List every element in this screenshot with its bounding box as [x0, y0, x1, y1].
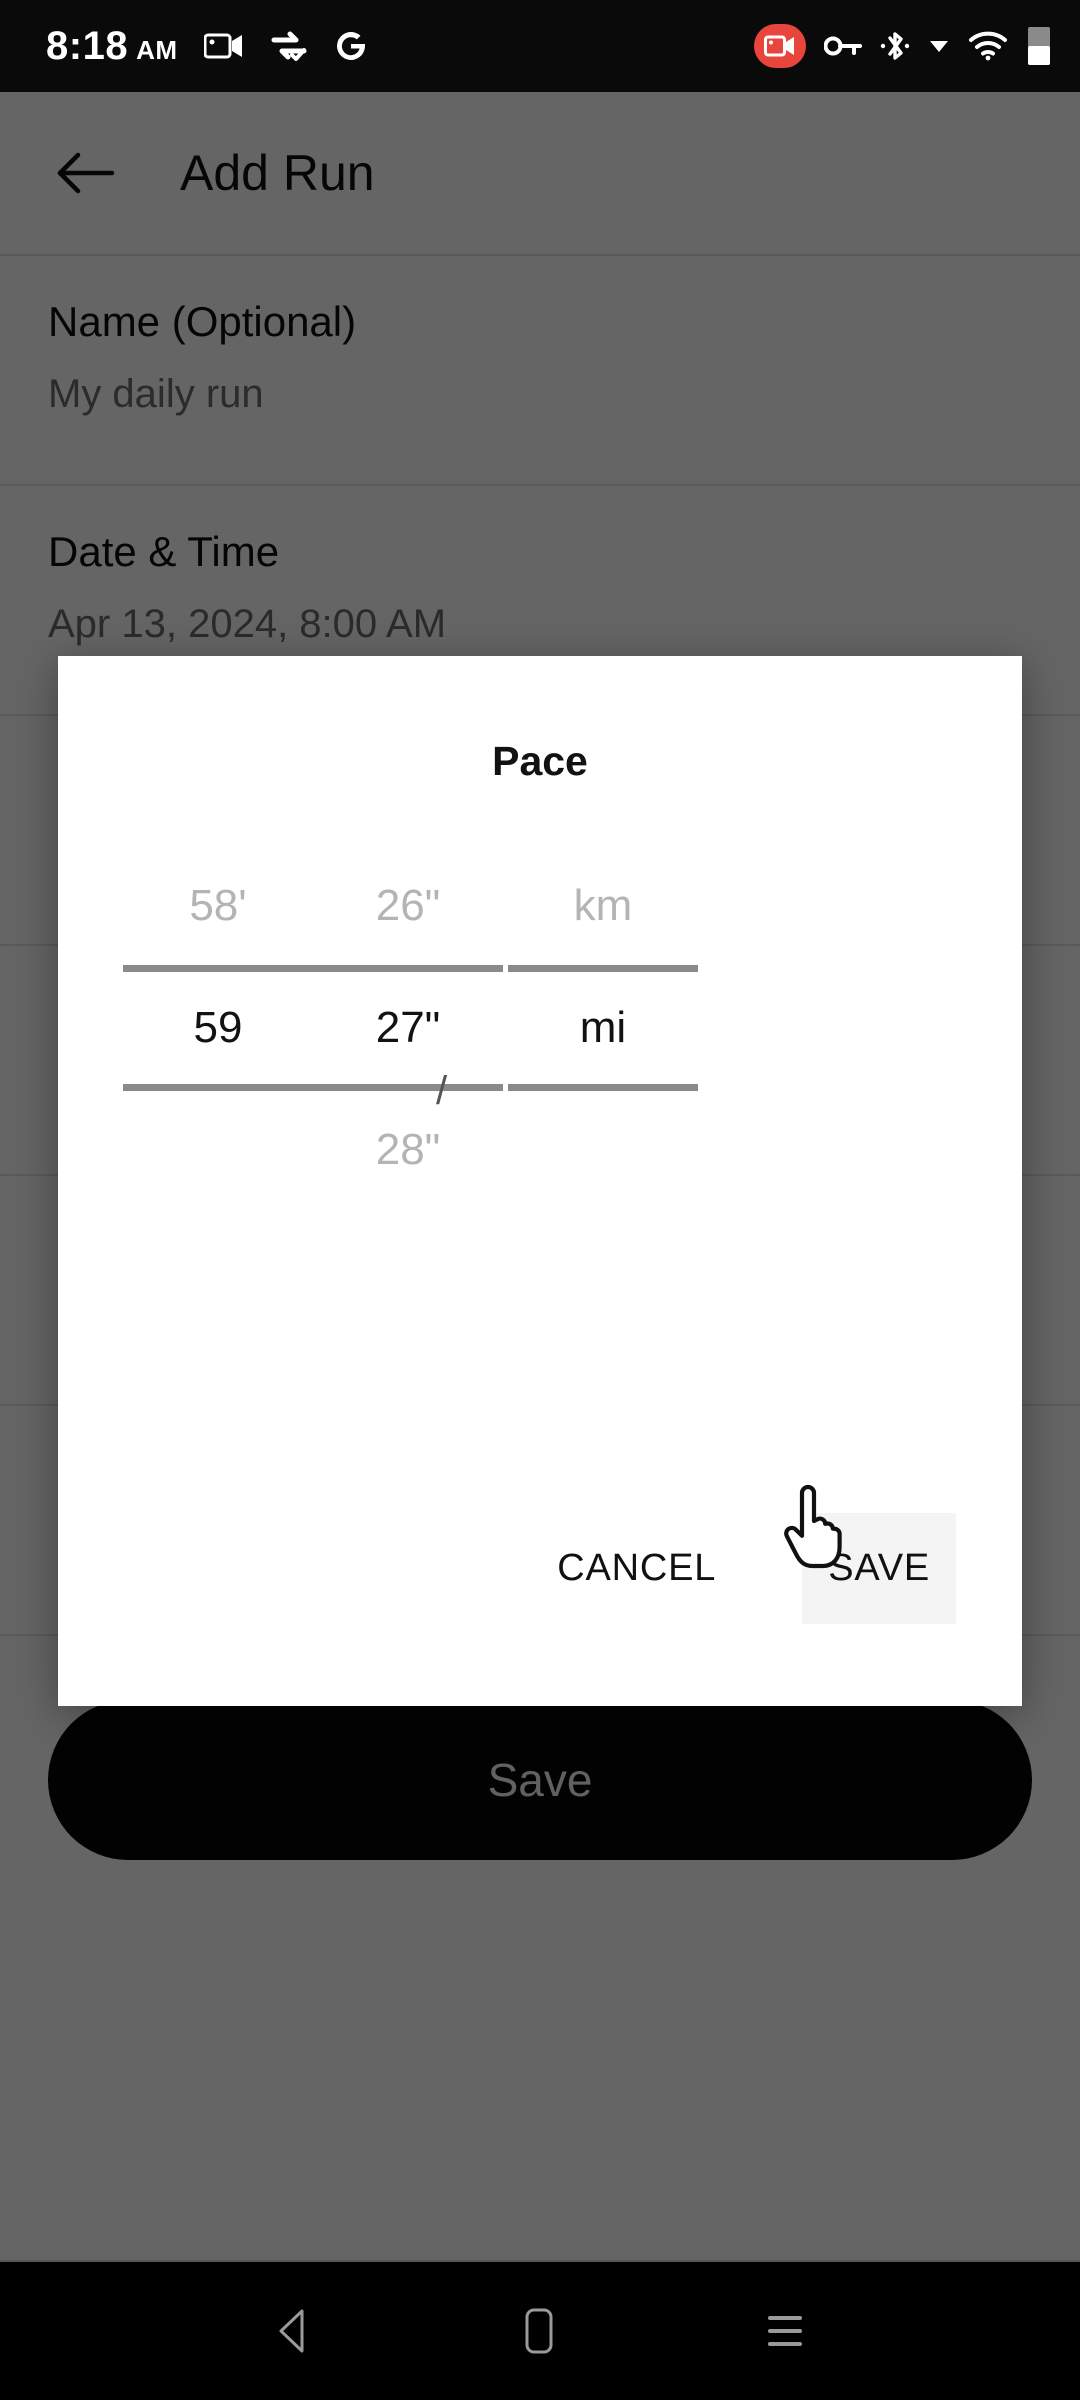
sync-check-icon	[270, 29, 308, 63]
picker-units-rule-top	[508, 965, 698, 972]
status-bar-time: 8:18	[46, 23, 129, 68]
screen-record-badge-icon	[754, 24, 806, 68]
status-bar: 8:18 AM	[0, 0, 1080, 92]
android-nav-bar	[0, 2260, 1080, 2400]
dialog-actions: CANCEL SAVE	[58, 1513, 1022, 1706]
cancel-button[interactable]: CANCEL	[531, 1513, 742, 1624]
recents-lines-icon[interactable]	[761, 2308, 809, 2354]
pace-dialog: Pace 58' 59 26" 27" 28" / km mi CANCEL S…	[58, 656, 1022, 1706]
bluetooth-icon	[880, 28, 910, 64]
wifi-icon	[968, 31, 1008, 61]
status-bar-right	[754, 24, 1052, 68]
status-bar-left: 8:18 AM	[46, 24, 368, 69]
status-bar-ampm: AM	[136, 34, 178, 65]
dialog-title: Pace	[492, 738, 588, 784]
home-square-icon[interactable]	[519, 2305, 559, 2357]
pace-separator: /	[436, 1069, 448, 1113]
picker-units-above[interactable]: km	[473, 847, 733, 965]
battery-icon	[1026, 26, 1052, 66]
picker-column-units[interactable]: km mi	[473, 847, 733, 1307]
caret-down-icon	[928, 38, 950, 54]
pace-picker: 58' 59 26" 27" 28" / km mi	[58, 847, 1022, 1307]
google-g-icon	[334, 29, 368, 63]
picker-units-selected[interactable]: mi	[473, 972, 733, 1084]
picker-units-rule-bottom	[508, 1084, 698, 1091]
back-triangle-icon[interactable]	[271, 2306, 317, 2356]
save-button[interactable]: SAVE	[802, 1513, 956, 1624]
status-bar-clock: 8:18 AM	[46, 24, 178, 69]
video-camera-icon	[203, 31, 244, 61]
vpn-key-icon	[824, 35, 862, 57]
